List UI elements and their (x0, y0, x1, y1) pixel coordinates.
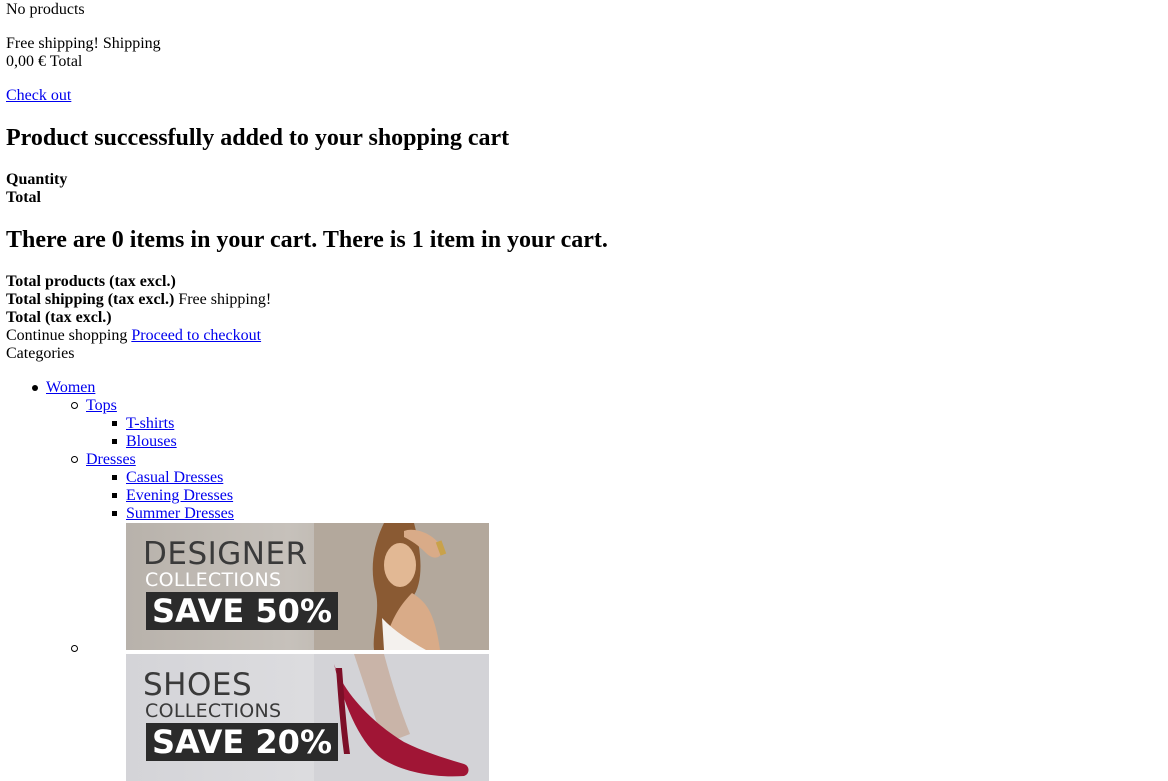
categories-heading: Categories (6, 345, 75, 362)
bullet-square-icon (112, 493, 117, 498)
woman-model-image (314, 523, 489, 650)
category-link-casual-dresses[interactable]: Casual Dresses (126, 469, 223, 486)
banner-title: SHOES (143, 667, 253, 703)
cart-summary: No products (6, 1, 85, 19)
success-title-wrap: Product successfully added to your shopp… (6, 124, 509, 152)
cart-count-title-wrap: There are 0 items in your cart. There is… (6, 226, 608, 254)
total-tax-excl-label: Total (tax excl.) (6, 309, 112, 326)
category-link-blouses[interactable]: Blouses (126, 433, 177, 450)
category-item-summer-dresses: Summer Dresses (86, 505, 234, 523)
red-high-heel-image (314, 654, 489, 781)
category-link-evening-dresses[interactable]: Evening Dresses (126, 487, 233, 504)
bullet-disc-icon (32, 385, 38, 391)
bullet-square-icon (112, 511, 117, 516)
checkout-link-wrap: Check out (6, 87, 71, 105)
total-shipping-value: Free shipping! (178, 291, 272, 308)
total-label: Total (49, 53, 83, 70)
category-link-summer-dresses[interactable]: Summer Dresses (126, 505, 234, 522)
category-item-blouses: Blouses (86, 433, 234, 451)
product-total-label: Total (6, 189, 41, 206)
category-link-tshirts[interactable]: T-shirts (126, 415, 174, 432)
category-link-dresses[interactable]: Dresses (86, 451, 136, 468)
cart-shipping-row: Free shipping! Shipping (6, 35, 161, 53)
banner-subtitle: COLLECTIONS (145, 700, 282, 722)
category-item-banners: DESIGNER COLLECTIONS SAVE 50% SHOES COLL… (46, 523, 489, 781)
designer-collections-banner[interactable]: DESIGNER COLLECTIONS SAVE 50% (126, 523, 489, 650)
bullet-circle-icon (71, 645, 78, 652)
total-products-label: Total products (tax excl.) (6, 273, 176, 290)
shipping-value: Free shipping! (6, 35, 99, 52)
category-item-casual-dresses: Casual Dresses (86, 469, 234, 487)
category-item-women: Women Tops T-shirts Blouses Dresses Casu… (6, 379, 489, 781)
category-item-tops: Tops T-shirts Blouses (46, 397, 234, 451)
banner-stack: DESIGNER COLLECTIONS SAVE 50% SHOES COLL… (126, 523, 489, 781)
shipping-label: Shipping (102, 35, 161, 52)
banner-subtitle: COLLECTIONS (145, 569, 282, 591)
bullet-circle-icon (71, 456, 78, 463)
categories-tree: Women Tops T-shirts Blouses Dresses Casu… (6, 379, 489, 781)
cart-total-row: 0,00 € Total (6, 53, 82, 71)
total-shipping-suffix: (tax excl.) (107, 291, 175, 308)
bullet-square-icon (112, 439, 117, 444)
continue-shopping-button[interactable]: Continue shopping (6, 327, 127, 344)
category-item-evening-dresses: Evening Dresses (86, 487, 234, 505)
bullet-square-icon (112, 475, 117, 480)
banner-title: DESIGNER (143, 536, 308, 572)
cart-actions: Continue shopping Proceed to checkout (6, 327, 271, 345)
category-link-tops[interactable]: Tops (86, 397, 117, 414)
proceed-to-checkout-link[interactable]: Proceed to checkout (131, 327, 261, 344)
bullet-circle-icon (71, 402, 78, 409)
total-shipping-row: Total shipping (tax excl.) Free shipping… (6, 291, 271, 309)
shoes-collections-banner[interactable]: SHOES COLLECTIONS SAVE 20% (126, 654, 489, 781)
category-link-women[interactable]: Women (46, 379, 95, 396)
cart-count-title: There are 0 items in your cart. There is… (6, 227, 608, 253)
quantity-label: Quantity (6, 171, 68, 188)
total-shipping-label: Total shipping (6, 291, 104, 308)
product-details: Quantity Total (6, 171, 67, 207)
category-item-tshirts: T-shirts (86, 415, 234, 433)
banner-offer: SAVE 50% (146, 592, 338, 630)
success-title: Product successfully added to your shopp… (6, 125, 510, 151)
no-products-text: No products (6, 1, 85, 18)
category-item-dresses: Dresses Casual Dresses Evening Dresses S… (46, 451, 234, 523)
bullet-square-icon (112, 421, 117, 426)
cart-totals: Total products (tax excl.) Total shippin… (6, 273, 271, 363)
total-value: 0,00 € (6, 53, 46, 70)
checkout-link[interactable]: Check out (6, 87, 71, 105)
banner-offer: SAVE 20% (146, 723, 338, 761)
